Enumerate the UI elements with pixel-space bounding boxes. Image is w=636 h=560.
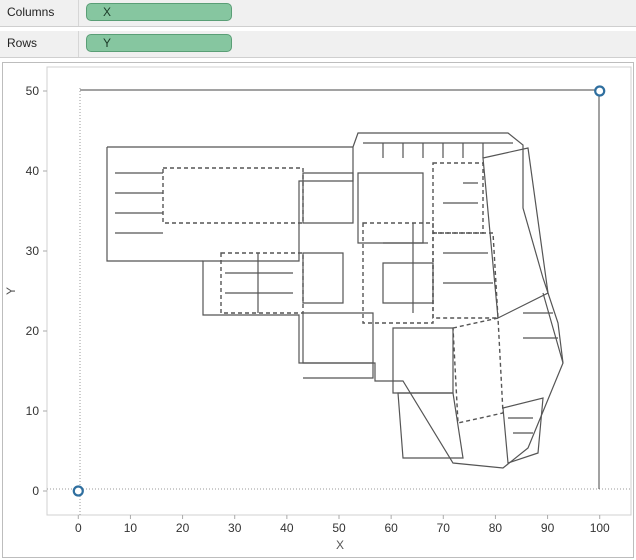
x-field-pill-label: X <box>103 5 112 19</box>
x-tick-label: 30 <box>228 521 242 535</box>
y-tick-label: 0 <box>32 484 39 498</box>
shelf-divider <box>78 31 79 57</box>
x-tick-label: 10 <box>124 521 138 535</box>
shelf-divider <box>78 0 79 26</box>
y-tick-label: 40 <box>26 164 40 178</box>
x-tick-label: 60 <box>384 521 398 535</box>
x-tick-label: 0 <box>75 521 82 535</box>
y-axis: 0 10 20 30 40 50 <box>26 84 47 498</box>
x-tick-label: 20 <box>176 521 190 535</box>
x-axis-title: X <box>336 538 344 552</box>
y-field-pill-label: Y <box>103 36 112 50</box>
x-tick-label: 40 <box>280 521 294 535</box>
y-tick-label: 20 <box>26 324 40 338</box>
x-tick-label: 50 <box>332 521 346 535</box>
y-tick-label: 30 <box>26 244 40 258</box>
data-point-marker[interactable] <box>72 485 84 497</box>
rows-shelf: Rows Y <box>0 31 636 58</box>
x-tick-label: 80 <box>489 521 503 535</box>
y-tick-label: 10 <box>26 404 40 418</box>
x-axis: 0 10 20 30 40 50 60 70 80 90 100 <box>75 515 610 535</box>
y-field-pill[interactable]: Y <box>86 34 232 52</box>
y-axis-title: Y <box>4 287 18 295</box>
columns-shelf: Columns X <box>0 0 636 27</box>
plot-area <box>46 66 632 516</box>
columns-shelf-label: Columns <box>7 5 55 19</box>
scatter-chart[interactable]: 0 10 20 30 40 50 0 10 20 30 40 50 60 70 80 90 100 X Y <box>3 63 633 557</box>
x-tick-label: 70 <box>437 521 451 535</box>
x-tick-label: 90 <box>541 521 555 535</box>
visualization-pane[interactable]: 0 10 20 30 40 50 0 10 20 30 40 50 60 70 80 90 100 X Y <box>2 62 634 558</box>
x-tick-label: 100 <box>590 521 610 535</box>
y-tick-label: 50 <box>26 84 40 98</box>
data-point-marker[interactable] <box>594 85 606 97</box>
rows-shelf-label: Rows <box>7 36 38 50</box>
x-field-pill[interactable]: X <box>86 3 232 21</box>
